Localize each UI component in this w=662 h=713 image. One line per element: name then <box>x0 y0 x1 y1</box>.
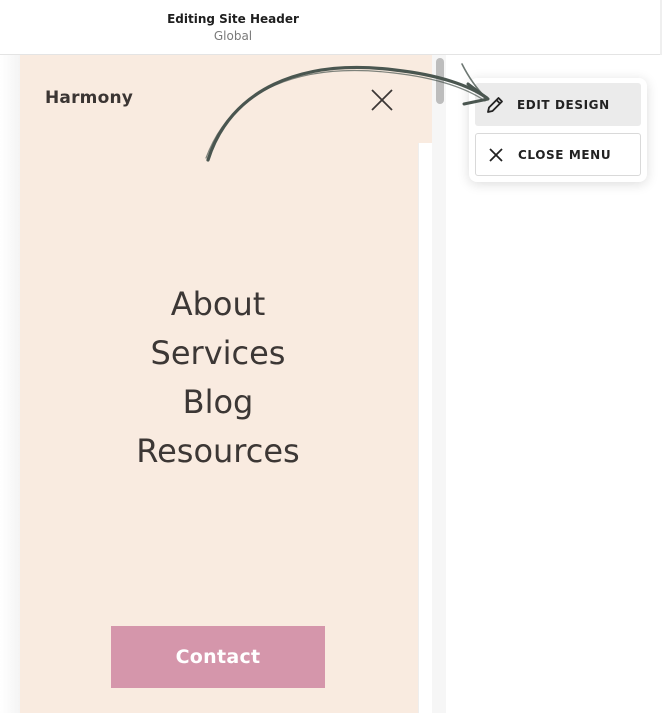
contact-button[interactable]: Contact <box>111 626 325 688</box>
editor-title: Editing Site Header <box>167 12 299 26</box>
site-nav: About Services Blog Resources <box>20 280 416 476</box>
close-menu-label: CLOSE MENU <box>518 147 612 162</box>
header-edit-menu: EDIT DESIGN CLOSE MENU <box>469 78 647 182</box>
nav-link-blog[interactable]: Blog <box>20 378 416 427</box>
preview-edge-strip <box>418 143 432 713</box>
pencil-icon <box>485 95 505 115</box>
nav-link-about[interactable]: About <box>20 280 416 329</box>
close-menu-button[interactable]: CLOSE MENU <box>475 133 641 176</box>
close-icon[interactable] <box>368 86 396 114</box>
site-logo[interactable]: Harmony <box>45 88 133 108</box>
close-icon <box>486 145 506 165</box>
nav-link-services[interactable]: Services <box>20 329 416 378</box>
nav-link-resources[interactable]: Resources <box>20 427 416 476</box>
editor-subtitle: Global <box>213 29 253 43</box>
edit-design-label: EDIT DESIGN <box>517 97 610 112</box>
edit-design-button[interactable]: EDIT DESIGN <box>475 83 641 126</box>
preview-scrollbar-thumb[interactable] <box>436 58 444 104</box>
editor-topbar: Editing Site Header Global <box>0 0 662 55</box>
canvas-left-gutter <box>0 55 20 713</box>
preview-scrollbar-track[interactable] <box>432 55 446 713</box>
